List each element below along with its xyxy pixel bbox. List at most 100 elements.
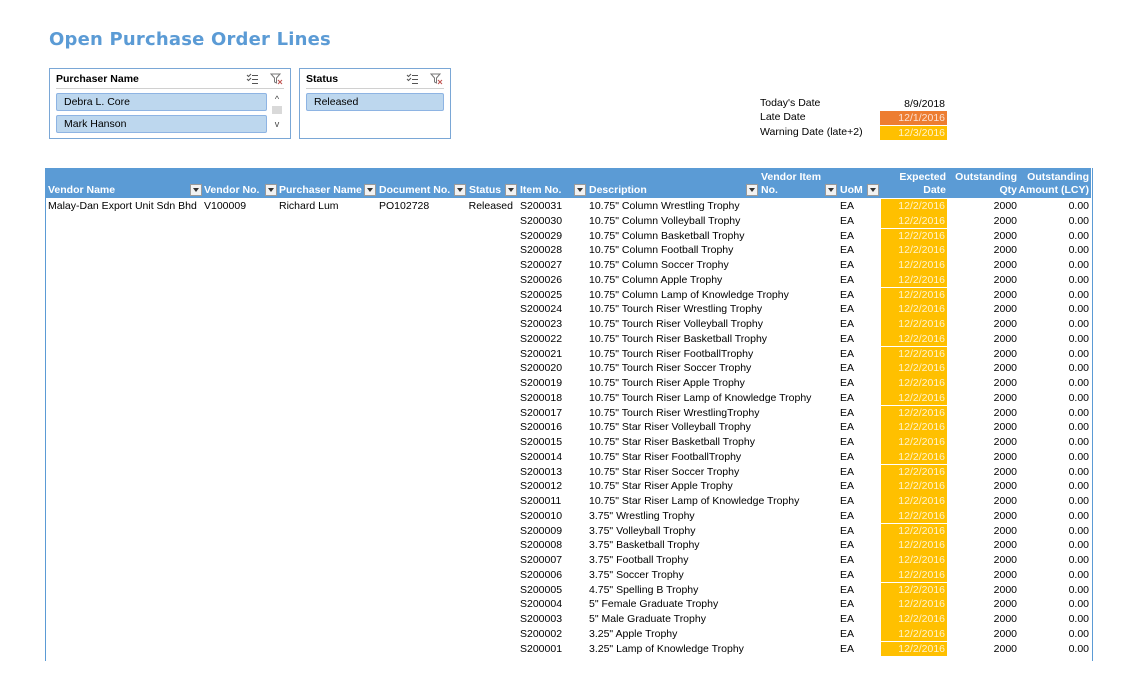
outstanding-qty-cell[interactable]: 2000 (949, 199, 1017, 214)
description-cell[interactable]: 10.75" Column Soccer Trophy (589, 258, 729, 273)
outstanding-amount-cell[interactable]: 0.00 (1020, 199, 1089, 214)
description-cell[interactable]: 10.75" Star Riser FootballTrophy (589, 450, 741, 465)
outstanding-amount-cell[interactable]: 0.00 (1020, 302, 1089, 317)
outstanding-qty-cell[interactable]: 2000 (949, 450, 1017, 465)
description-cell[interactable]: 10.75" Tourch Riser Volleyball Trophy (589, 317, 763, 332)
item-no-cell[interactable]: S200022 (520, 332, 562, 347)
outstanding-amount-cell[interactable]: 0.00 (1020, 612, 1089, 627)
outstanding-qty-cell[interactable]: 2000 (949, 288, 1017, 303)
outstanding-qty-cell[interactable]: 2000 (949, 479, 1017, 494)
item-no-cell[interactable]: S200025 (520, 288, 562, 303)
uom-cell[interactable]: EA (840, 229, 854, 244)
outstanding-qty-cell[interactable]: 2000 (949, 406, 1017, 421)
item-no-cell[interactable]: S200020 (520, 361, 562, 376)
description-cell[interactable]: 3.75" Wrestling Trophy (589, 509, 695, 524)
item-no-cell[interactable]: S200028 (520, 243, 562, 258)
outstanding-qty-cell[interactable]: 2000 (949, 435, 1017, 450)
description-cell[interactable]: 10.75" Tourch Riser Wrestling Trophy (589, 302, 762, 317)
expected-date-cell[interactable]: 12/2/2016 (881, 567, 947, 583)
description-cell[interactable]: 10.75" Tourch Riser Lamp of Knowledge Tr… (589, 391, 811, 406)
expected-date-cell[interactable]: 12/2/2016 (881, 390, 947, 406)
description-cell[interactable]: 10.75" Star Riser Volleyball Trophy (589, 420, 751, 435)
outstanding-qty-cell[interactable]: 2000 (949, 509, 1017, 524)
outstanding-qty-cell[interactable]: 2000 (949, 627, 1017, 642)
outstanding-amount-cell[interactable]: 0.00 (1020, 465, 1089, 480)
item-no-cell[interactable]: S200029 (520, 229, 562, 244)
item-no-cell[interactable]: S200011 (520, 494, 561, 509)
outstanding-amount-cell[interactable]: 0.00 (1020, 258, 1089, 273)
item-no-cell[interactable]: S200012 (520, 479, 562, 494)
multi-select-icon[interactable] (246, 73, 259, 85)
expected-date-cell[interactable]: 12/2/2016 (881, 523, 947, 539)
expected-date-cell[interactable]: 12/2/2016 (881, 641, 947, 657)
description-cell[interactable]: 10.75" Column Apple Trophy (589, 273, 722, 288)
item-no-cell[interactable]: S200021 (520, 347, 562, 362)
item-no-cell[interactable]: S200015 (520, 435, 562, 450)
description-cell[interactable]: 10.75" Column Basketball Trophy (589, 229, 744, 244)
filter-dropdown-icon[interactable] (505, 184, 517, 196)
description-cell[interactable]: 10.75" Star Riser Apple Trophy (589, 479, 733, 494)
outstanding-amount-cell[interactable]: 0.00 (1020, 583, 1089, 598)
description-cell[interactable]: 10.75" Star Riser Lamp of Knowledge Trop… (589, 494, 799, 509)
outstanding-amount-cell[interactable]: 0.00 (1020, 524, 1089, 539)
expected-date-cell[interactable]: 12/2/2016 (881, 538, 947, 553)
filter-dropdown-icon[interactable] (825, 184, 837, 196)
expected-date-cell[interactable]: 12/2/2016 (881, 612, 947, 627)
outstanding-amount-cell[interactable]: 0.00 (1020, 538, 1089, 553)
uom-cell[interactable]: EA (840, 199, 854, 214)
description-cell[interactable]: 10.75" Tourch Riser Basketball Trophy (589, 332, 767, 347)
outstanding-amount-cell[interactable]: 0.00 (1020, 229, 1089, 244)
filter-dropdown-icon[interactable] (746, 184, 758, 196)
description-cell[interactable]: 10.75" Column Wrestling Trophy (589, 199, 740, 214)
outstanding-amount-cell[interactable]: 0.00 (1020, 627, 1089, 642)
expected-date-cell[interactable]: 12/2/2016 (881, 228, 947, 244)
expected-date-cell[interactable]: 12/2/2016 (881, 464, 947, 480)
outstanding-amount-cell[interactable]: 0.00 (1020, 450, 1089, 465)
expected-date-cell[interactable]: 12/2/2016 (881, 420, 947, 435)
uom-cell[interactable]: EA (840, 509, 854, 524)
expected-date-cell[interactable]: 12/2/2016 (881, 331, 947, 347)
description-cell[interactable]: 10.75" Column Football Trophy (589, 243, 733, 258)
description-cell[interactable]: 10.75" Tourch Riser FootballTrophy (589, 347, 753, 362)
uom-cell[interactable]: EA (840, 288, 854, 303)
item-no-cell[interactable]: S200030 (520, 214, 562, 229)
item-no-cell[interactable]: S200008 (520, 538, 562, 553)
outstanding-amount-cell[interactable]: 0.00 (1020, 391, 1089, 406)
uom-cell[interactable]: EA (840, 597, 854, 612)
expected-date-cell[interactable]: 12/2/2016 (881, 405, 947, 421)
item-no-cell[interactable]: S200027 (520, 258, 562, 273)
filter-dropdown-icon[interactable] (265, 184, 277, 196)
uom-cell[interactable]: EA (840, 317, 854, 332)
description-cell[interactable]: 10.75" Tourch Riser Soccer Trophy (589, 361, 751, 376)
description-cell[interactable]: 4.75" Spelling B Trophy (589, 583, 698, 598)
item-no-cell[interactable]: S200031 (520, 199, 562, 214)
description-cell[interactable]: 5" Female Graduate Trophy (589, 597, 718, 612)
expected-date-cell[interactable]: 12/2/2016 (881, 243, 947, 258)
item-no-cell[interactable]: S200010 (520, 509, 562, 524)
expected-date-cell[interactable]: 12/2/2016 (881, 449, 947, 465)
outstanding-qty-cell[interactable]: 2000 (949, 494, 1017, 509)
expected-date-cell[interactable]: 12/2/2016 (881, 479, 947, 494)
outstanding-qty-cell[interactable]: 2000 (949, 583, 1017, 598)
outstanding-qty-cell[interactable]: 2000 (949, 524, 1017, 539)
expected-date-cell[interactable]: 12/2/2016 (881, 317, 947, 332)
outstanding-amount-cell[interactable]: 0.00 (1020, 376, 1089, 391)
item-no-cell[interactable]: S200005 (520, 583, 562, 598)
description-cell[interactable]: 10.75" Tourch Riser Apple Trophy (589, 376, 745, 391)
outstanding-amount-cell[interactable]: 0.00 (1020, 479, 1089, 494)
description-cell[interactable]: 3.75" Basketball Trophy (589, 538, 700, 553)
description-cell[interactable]: 3.25" Apple Trophy (589, 627, 677, 642)
filter-dropdown-icon[interactable] (454, 184, 466, 196)
outstanding-qty-cell[interactable]: 2000 (949, 391, 1017, 406)
scroll-up-icon[interactable]: ^ (271, 94, 283, 104)
expected-date-cell[interactable]: 12/2/2016 (881, 287, 947, 303)
outstanding-amount-cell[interactable]: 0.00 (1020, 597, 1089, 612)
expected-date-cell[interactable]: 12/2/2016 (881, 508, 947, 524)
outstanding-qty-cell[interactable]: 2000 (949, 538, 1017, 553)
outstanding-qty-cell[interactable]: 2000 (949, 420, 1017, 435)
expected-date-cell[interactable]: 12/2/2016 (881, 199, 947, 214)
outstanding-amount-cell[interactable]: 0.00 (1020, 332, 1089, 347)
description-cell[interactable]: 5" Male Graduate Trophy (589, 612, 706, 627)
expected-date-cell[interactable]: 12/2/2016 (881, 272, 947, 288)
expected-date-cell[interactable]: 12/2/2016 (881, 213, 947, 229)
